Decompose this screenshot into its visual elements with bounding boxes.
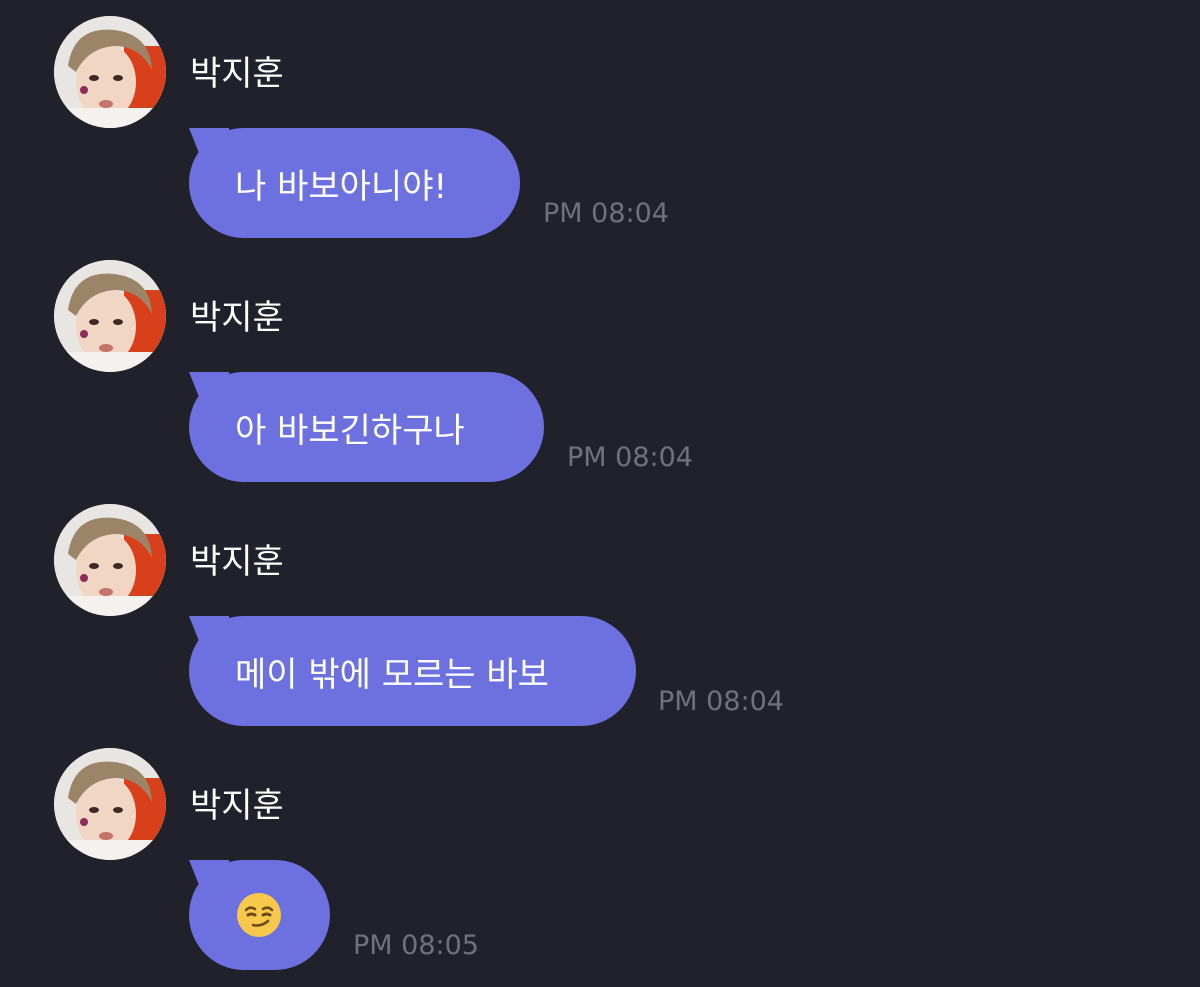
message-bubble[interactable] [189, 860, 330, 970]
message-text: 나 바보아니야! [235, 166, 448, 207]
sender-name: 박지훈 [190, 786, 284, 826]
message-timestamp: PM 08:04 [543, 198, 669, 229]
profile-photo [54, 504, 166, 616]
sender-name: 박지훈 [190, 54, 284, 94]
message-bubble[interactable]: 아 바보긴하구나 [189, 372, 544, 482]
message-timestamp: PM 08:05 [353, 930, 479, 961]
message-text: 아 바보긴하구나 [235, 410, 465, 451]
avatar[interactable] [54, 504, 166, 616]
profile-photo [54, 260, 166, 372]
message-row: 박지훈 아 바보긴하구나 PM 08:04 [0, 244, 1200, 484]
sender-name: 박지훈 [190, 298, 284, 338]
avatar[interactable] [54, 16, 166, 128]
chat-view: 박지훈 나 바보아니야! PM 08:04 박지훈 아 바보긴하구나 PM 08… [0, 0, 1200, 987]
message-bubble[interactable]: 나 바보아니야! [189, 128, 520, 238]
message-row: 박지훈 메이 밖에 모르는 바보 PM 08:04 [0, 488, 1200, 728]
message-row: 박지훈 나 바보아니야! PM 08:04 [0, 0, 1200, 240]
message-bubble[interactable]: 메이 밖에 모르는 바보 [189, 616, 636, 726]
smirking-face-emoji-icon [235, 891, 283, 939]
message-timestamp: PM 08:04 [567, 442, 693, 473]
avatar[interactable] [54, 748, 166, 860]
message-text: 메이 밖에 모르는 바보 [235, 654, 549, 695]
message-timestamp: PM 08:04 [658, 686, 784, 717]
profile-photo [54, 748, 166, 860]
message-row: 박지훈 PM 08:05 [0, 732, 1200, 972]
sender-name: 박지훈 [190, 542, 284, 582]
profile-photo [54, 16, 166, 128]
avatar[interactable] [54, 260, 166, 372]
